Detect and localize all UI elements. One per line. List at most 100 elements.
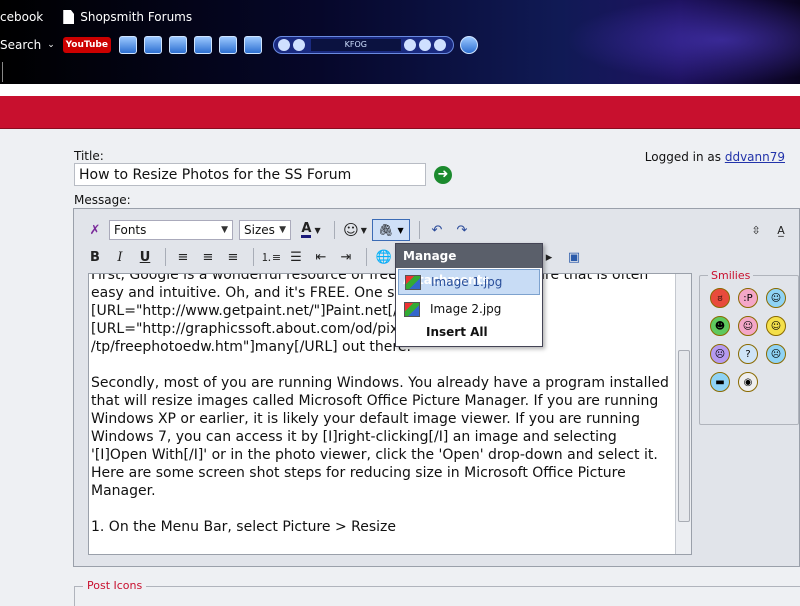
page-icon	[63, 10, 75, 24]
radio-station[interactable]: KFOG	[310, 39, 401, 51]
smiley-huh-icon[interactable]: ?	[738, 344, 758, 364]
manage-attachments-header: Manage Attachments	[396, 244, 542, 287]
font-select[interactable]: Fonts ▼	[109, 220, 233, 240]
browser-toolbar: Search ⌄ YouTube KFOG	[0, 33, 485, 57]
radio-dropdown-icon[interactable]	[403, 39, 416, 51]
smiley-confused-icon[interactable]: ☹	[710, 344, 730, 364]
globe-icon[interactable]	[459, 36, 478, 54]
banner-top	[0, 84, 800, 96]
font-color-button[interactable]: A ▼	[297, 219, 325, 241]
ordered-list-icon[interactable]: ⒈≡	[260, 246, 282, 268]
message-paragraph-3: 1. On the Menu Bar, select Picture > Res…	[91, 519, 396, 535]
message-label: Message:	[74, 193, 131, 207]
image-file-icon	[405, 274, 421, 290]
undo-icon[interactable]: ↶	[426, 219, 448, 241]
smiley-frown-icon[interactable]: ☹	[766, 344, 786, 364]
align-center-icon[interactable]: ≡	[197, 246, 219, 268]
radio-power-icon[interactable]	[277, 39, 290, 51]
message-content: First, Google is a wonderful resource of…	[91, 273, 675, 554]
smiley-grin-icon[interactable]: ☻	[710, 316, 730, 336]
size-select-label: Sizes	[244, 223, 275, 237]
italic-button[interactable]: I	[109, 246, 131, 268]
smilies-legend: Smilies	[708, 269, 754, 282]
smiley-button[interactable]: ☺ ▼	[341, 219, 369, 241]
message-paragraph-1: First, Google is a wonderful resource of…	[91, 273, 649, 355]
bookmark-shopsmith-label: Shopsmith Forums	[80, 10, 193, 24]
browser-chrome: cebook Shopsmith Forums Search ⌄ YouTube…	[0, 0, 800, 84]
forum-banner	[0, 96, 800, 129]
youtube-button[interactable]: YouTube	[62, 37, 111, 53]
toolbar-icon-3[interactable]	[168, 36, 187, 54]
chevron-down-icon: ▼	[314, 225, 321, 235]
play-icon[interactable]	[193, 36, 212, 54]
logged-in-info: Logged in as ddvann79	[645, 150, 785, 164]
attachment-item-2[interactable]: Image 2.jpg	[398, 296, 540, 322]
toolbar-icon-2[interactable]	[143, 36, 162, 54]
resize-icon[interactable]: ⇳	[745, 219, 767, 241]
smilies-panel: Smilies ಠ :P ☺ ☻ ☺ ☺ ☹ ? ☹ ▬ ◉	[699, 269, 799, 425]
chevron-down-icon: ▼	[360, 225, 367, 235]
message-textarea[interactable]: First, Google is a wonderful resource of…	[88, 273, 692, 555]
font-select-label: Fonts	[114, 223, 147, 237]
switch-mode-icon[interactable]: A̲	[770, 219, 792, 241]
editor-toolbar-row-1: ✗ Fonts ▼ Sizes ▼ A ▼ ☺ ▼ 🖇 ▼ ↶ ↷	[84, 218, 476, 242]
toolbar-divider	[334, 221, 335, 239]
bookmark-shopsmith[interactable]: Shopsmith Forums	[55, 10, 192, 24]
bold-button[interactable]: B	[84, 246, 106, 268]
toolbar-divider	[366, 248, 367, 266]
size-select[interactable]: Sizes ▼	[239, 220, 291, 240]
go-arrow-icon[interactable]: ➜	[434, 166, 452, 184]
username-link[interactable]: ddvann79	[725, 150, 785, 164]
logged-in-prefix: Logged in as	[644, 150, 721, 164]
volume-icon[interactable]	[418, 39, 431, 51]
attachment-item-2-label: Image 2.jpg	[430, 302, 502, 316]
image-file-icon	[404, 301, 420, 317]
smiley-wink-icon[interactable]: ☺	[738, 316, 758, 336]
bookmarks-bar: cebook Shopsmith Forums	[0, 6, 204, 28]
bookmark-facebook-label: cebook	[0, 10, 44, 24]
search-label[interactable]: Search	[0, 38, 41, 52]
scrollbar-thumb[interactable]	[678, 350, 690, 522]
toolbar-divider	[253, 248, 254, 266]
email-icon[interactable]	[243, 36, 262, 54]
paperclip-icon: 🖇	[378, 223, 394, 237]
link-icon[interactable]: 🌐	[373, 246, 395, 268]
title-label: Title:	[74, 149, 104, 163]
smiley-rolleyes-icon[interactable]: ◉	[738, 372, 758, 392]
font-color-icon: A	[301, 220, 312, 238]
toolbar-icon-1[interactable]	[118, 36, 137, 54]
background-swirl	[540, 0, 800, 84]
toolbar-icon-5[interactable]	[218, 36, 237, 54]
image-icon[interactable]: ▣	[563, 246, 585, 268]
radio-play-icon[interactable]	[292, 39, 305, 51]
align-left-icon[interactable]: ≡	[172, 246, 194, 268]
title-input[interactable]: How to Resize Photos for the SS Forum	[74, 163, 426, 186]
smiley-mad-icon[interactable]: ಠ	[710, 288, 730, 308]
textarea-scrollbar[interactable]	[675, 274, 691, 554]
manage-attachments-menu: Manage Attachments Image 1.jpg Image 2.j…	[395, 243, 543, 347]
toolbar-divider	[165, 248, 166, 266]
smilies-grid: ಠ :P ☺ ☻ ☺ ☺ ☹ ? ☹ ▬ ◉	[710, 288, 786, 392]
browser-tab-edge	[0, 62, 3, 82]
post-icons-legend: Post Icons	[83, 579, 147, 592]
insert-all-button[interactable]: Insert All	[396, 323, 542, 341]
align-right-icon[interactable]: ≡	[222, 246, 244, 268]
radio-menu-icon[interactable]	[433, 39, 446, 51]
radio-player: KFOG	[272, 36, 454, 54]
smiley-cool-icon[interactable]: ☺	[766, 288, 786, 308]
chevron-down-icon[interactable]: ⌄	[47, 40, 55, 50]
indent-icon[interactable]: ⇥	[335, 246, 357, 268]
redo-icon[interactable]: ↷	[451, 219, 473, 241]
attachment-button[interactable]: 🖇 ▼	[372, 219, 410, 241]
chevron-down-icon: ▼	[279, 225, 286, 235]
chevron-down-icon: ▼	[221, 225, 228, 235]
editor-right-icons: ⇳ A̲	[745, 219, 795, 241]
smiley-smile-icon[interactable]: ☺	[766, 316, 786, 336]
bookmark-facebook[interactable]: cebook	[0, 10, 43, 24]
smiley-shades-icon[interactable]: ▬	[710, 372, 730, 392]
outdent-icon[interactable]: ⇤	[310, 246, 332, 268]
remove-format-icon[interactable]: ✗	[84, 219, 106, 241]
smiley-tongue-icon[interactable]: :P	[738, 288, 758, 308]
unordered-list-icon[interactable]: ☰	[285, 246, 307, 268]
underline-button[interactable]: U	[134, 246, 156, 268]
